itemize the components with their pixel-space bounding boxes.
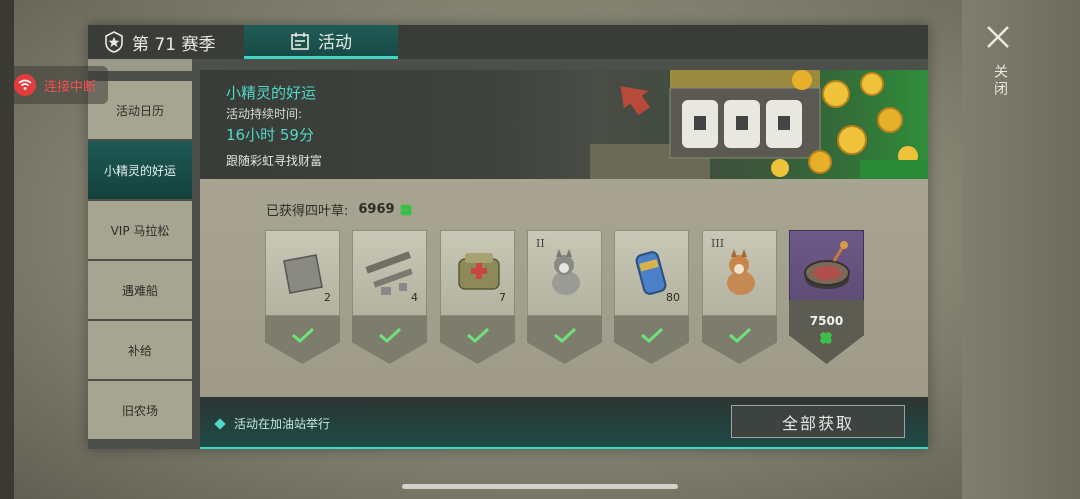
shield-star-icon: [105, 31, 123, 53]
sidebar-item-label: 遇难船: [121, 283, 158, 298]
diamond-icon: [214, 417, 226, 430]
clover-count: 6969: [358, 202, 395, 217]
reward-card[interactable]: II: [527, 230, 602, 364]
checkmark-icon: [641, 327, 664, 344]
reward-quantity: 7: [499, 291, 506, 304]
close-icon[interactable]: [985, 24, 1011, 50]
right-edge-shade: [962, 0, 1080, 499]
clover-label: 已获得四叶草:: [266, 204, 349, 219]
event-title: 小精灵的好运: [226, 84, 317, 102]
reward-card[interactable]: 4: [352, 230, 427, 364]
calendar-icon: [291, 32, 309, 50]
reward-face: 7: [440, 230, 515, 316]
reward-tier: III: [711, 237, 725, 250]
capsule-icon: [635, 251, 667, 295]
tab-activity[interactable]: 活动: [244, 25, 398, 59]
reward-face: III: [702, 230, 777, 316]
activity-panel: 第 71 赛季 活动 活动日历 小精灵的好运 VIP 马拉松 遇难船 补给 旧农…: [88, 25, 928, 449]
event-description: 跟随彩虹寻找财富: [226, 154, 323, 168]
rewards-area: 已获得四叶草: 6969 2 4 7 II 80 III 7500: [200, 179, 928, 397]
sidebar-item-label: 补给: [127, 343, 152, 358]
reward-card[interactable]: 7: [440, 230, 515, 364]
clover-icon: [399, 203, 412, 216]
checkmark-icon: [467, 327, 490, 344]
event-footer: 活动在加油站举行 全部获取: [200, 397, 928, 449]
checkmark-icon: [554, 327, 577, 344]
sidebar-item-old-farm[interactable]: 旧农场: [88, 381, 192, 439]
checkmark-icon: [729, 327, 752, 344]
reward-card-special[interactable]: 7500: [789, 230, 864, 364]
event-duration-label: 活动持续时间:: [226, 107, 303, 121]
tab-activity-label: 活动: [318, 33, 352, 53]
clover-counter: 已获得四叶草: 6969: [266, 200, 414, 219]
reward-face: 4: [352, 230, 427, 316]
connection-status-label: 连接中断: [44, 79, 97, 95]
weapon-parts-icon: [365, 251, 413, 295]
reward-face: 2: [265, 230, 340, 316]
home-indicator[interactable]: [402, 484, 678, 489]
sidebar-item-label: 活动日历: [115, 103, 164, 118]
metal-plate-icon: [283, 254, 323, 294]
sidebar-item-shipwreck[interactable]: 遇难船: [88, 261, 192, 319]
checkmark-icon: [379, 327, 402, 344]
connection-status: 连接中断: [8, 66, 108, 104]
medical-bag-icon: [458, 253, 500, 290]
sidebar-item-leprechaun-luck[interactable]: 小精灵的好运: [88, 141, 192, 199]
reward-quantity: 4: [411, 291, 418, 304]
event-duration-value: 16小时 59分: [226, 126, 314, 144]
sidebar-item-label: VIP 马拉松: [110, 223, 170, 238]
sidebar-item-label: 旧农场: [121, 403, 158, 418]
reward-card[interactable]: 80: [614, 230, 689, 364]
reward-face: II: [527, 230, 602, 316]
sidebar-item-supply[interactable]: 补给: [88, 321, 192, 379]
event-banner: 小精灵的好运 活动持续时间: 16小时 59分 跟随彩虹寻找财富: [200, 70, 928, 179]
reward-card[interactable]: III: [702, 230, 777, 364]
clover-icon: [820, 332, 832, 344]
reward-face: 80: [614, 230, 689, 316]
checkmark-icon: [292, 327, 315, 344]
tab-season[interactable]: 第 71 赛季: [104, 25, 240, 59]
close-label[interactable]: 关闭: [990, 64, 1010, 98]
reward-quantity: 2: [324, 291, 331, 304]
sidebar-item-label: 小精灵的好运: [103, 163, 176, 178]
tab-bar: 第 71 赛季 活动: [88, 25, 928, 59]
wifi-off-icon: [14, 74, 36, 96]
tab-season-label: 第 71 赛季: [132, 34, 216, 55]
location-note: 活动在加油站举行: [214, 415, 331, 432]
sidebar-item-vip-marathon[interactable]: VIP 马拉松: [88, 201, 192, 259]
location-note-text: 活动在加油站举行: [234, 417, 331, 431]
claim-all-button[interactable]: 全部获取: [731, 405, 905, 438]
slot-machine-art-icon: [590, 70, 928, 179]
reward-price: 7500: [809, 314, 844, 328]
reward-card[interactable]: 2: [265, 230, 340, 364]
reward-quantity: 80: [666, 291, 680, 304]
reward-tier: II: [536, 237, 545, 250]
